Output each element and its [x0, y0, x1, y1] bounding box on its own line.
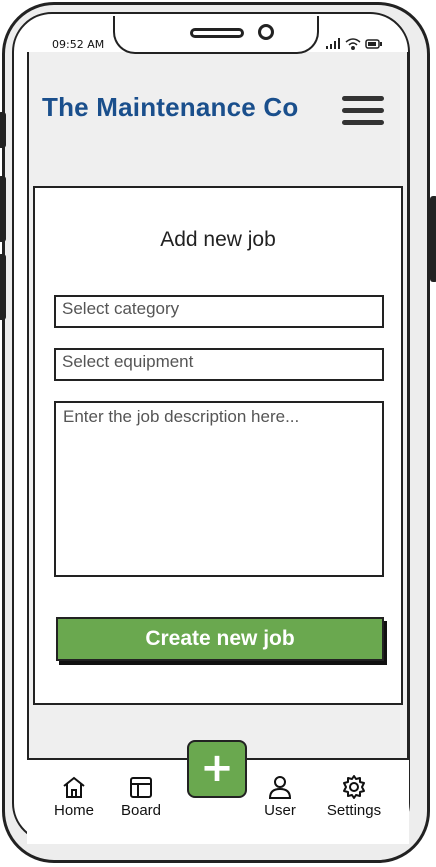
speaker-icon: [190, 28, 244, 38]
phone-side-button: [0, 254, 6, 320]
add-job-card: Add new job Select category Select equip…: [33, 186, 403, 705]
card-title: Add new job: [160, 228, 276, 251]
status-icons: [326, 38, 382, 50]
hamburger-menu-icon[interactable]: [342, 96, 386, 128]
status-time: 09:52 AM: [52, 38, 105, 51]
equipment-select[interactable]: Select equipment: [54, 348, 384, 381]
home-icon: [63, 776, 85, 798]
gear-icon: [343, 775, 365, 799]
nav-item-home[interactable]: Home: [39, 774, 109, 819]
category-select[interactable]: Select category: [54, 295, 384, 328]
wifi-icon: [345, 38, 361, 50]
nav-label-user: User: [264, 802, 296, 819]
nav-item-board[interactable]: Board: [106, 774, 176, 819]
add-job-fab[interactable]: +: [187, 740, 247, 798]
camera-icon: [258, 24, 274, 40]
nav-item-settings[interactable]: Settings: [319, 774, 389, 819]
phone-side-button: [0, 112, 6, 148]
job-description-input[interactable]: Enter the job description here...: [54, 401, 384, 577]
phone-side-button: [0, 176, 6, 242]
user-icon: [268, 776, 292, 799]
phone-side-button: [430, 196, 436, 282]
board-icon: [130, 777, 152, 798]
nav-label-home: Home: [53, 802, 94, 819]
app-title: The Maintenance Co: [42, 92, 299, 122]
signal-icon: [326, 38, 340, 49]
nav-label-settings: Settings: [326, 802, 382, 819]
nav-label-board: Board: [120, 802, 162, 819]
nav-item-user[interactable]: User: [245, 774, 315, 819]
battery-icon: [365, 39, 382, 49]
create-job-button[interactable]: Create new job: [56, 617, 384, 661]
